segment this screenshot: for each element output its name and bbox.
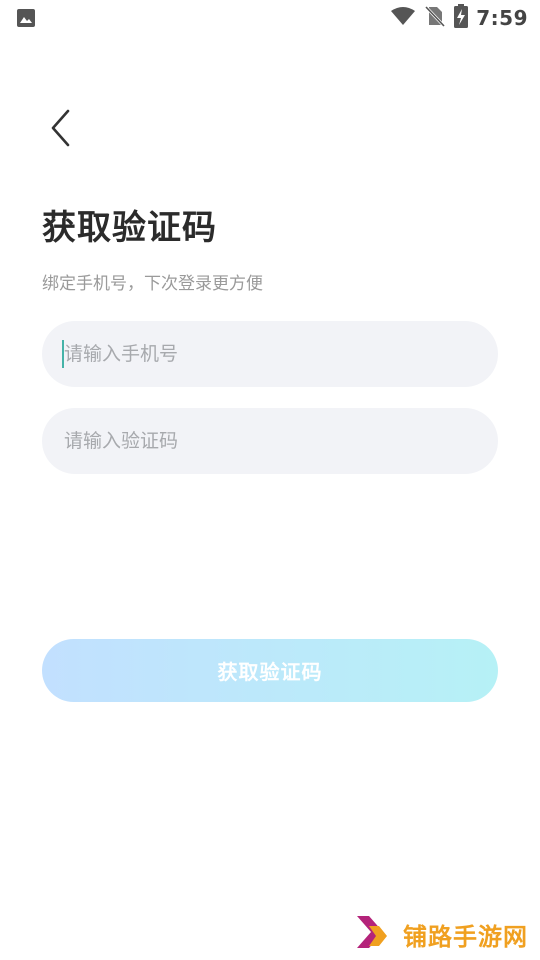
watermark-text: 铺路手游网 [403, 922, 528, 951]
watermark-logo-icon [355, 912, 397, 956]
wifi-icon [390, 6, 416, 30]
no-sim-icon [424, 5, 446, 31]
page-title: 获取验证码 [42, 208, 217, 248]
back-button[interactable] [40, 108, 80, 152]
battery-charging-icon [454, 4, 469, 32]
chevron-left-icon [49, 108, 71, 152]
watermark: 铺路手游网 [355, 910, 528, 958]
status-time: 7:59 [476, 6, 528, 30]
phone-input[interactable] [64, 334, 464, 374]
phone-field[interactable] [42, 321, 498, 387]
code-input[interactable] [64, 421, 464, 461]
text-caret [62, 340, 64, 368]
status-bar: 7:59 [0, 0, 540, 36]
get-code-button[interactable]: 获取验证码 [42, 639, 498, 702]
status-icons: 7:59 [390, 0, 528, 36]
page-subtitle: 绑定手机号，下次登录更方便 [42, 274, 263, 294]
code-field[interactable] [42, 408, 498, 474]
gallery-icon [16, 8, 36, 32]
